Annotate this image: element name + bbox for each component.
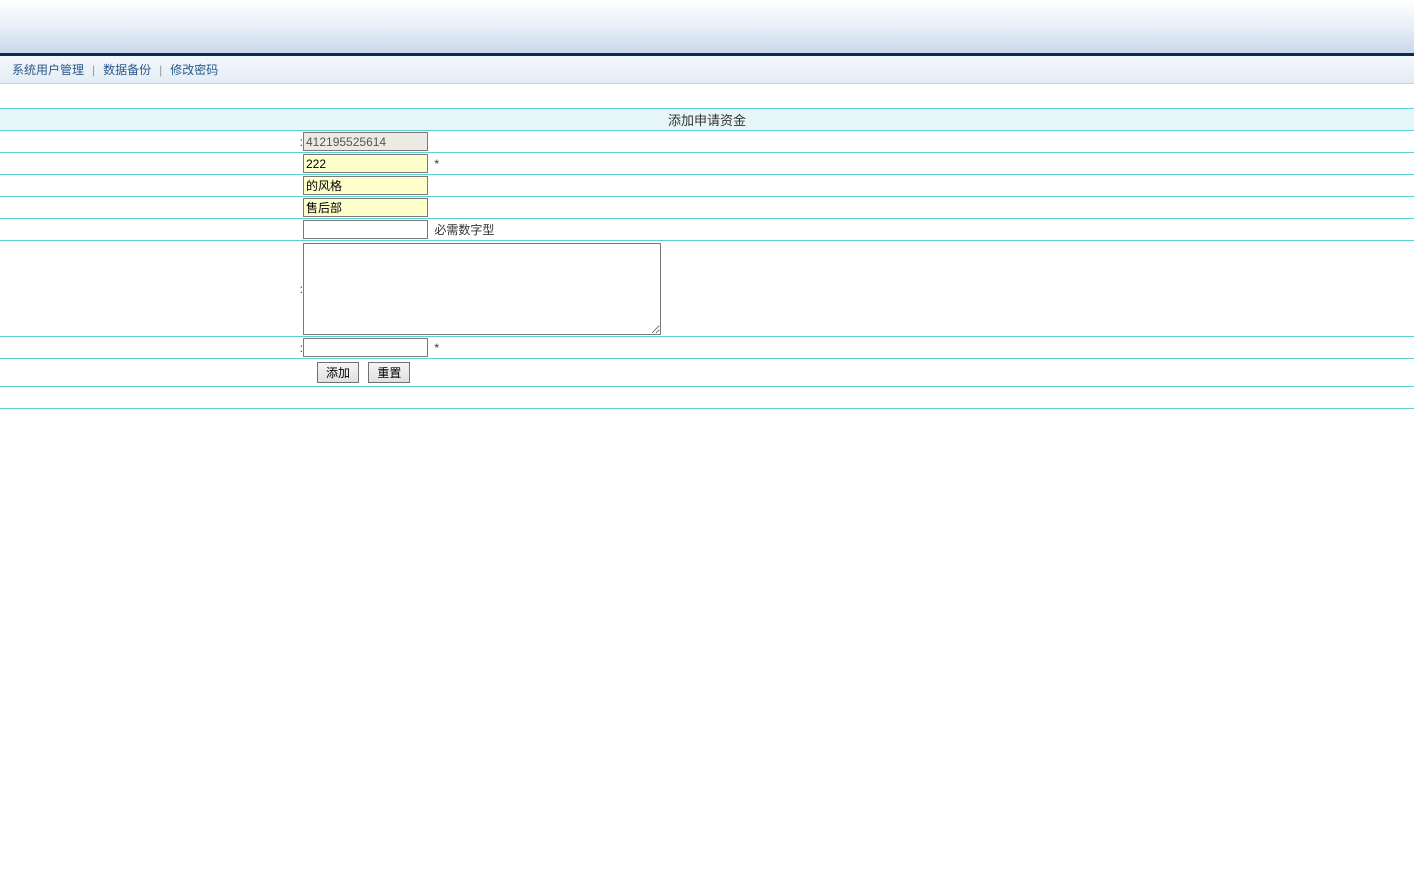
form-row-code: * (0, 153, 1414, 175)
submit-button[interactable]: 添加 (317, 362, 359, 383)
suffix-code: * (434, 157, 439, 171)
input-style[interactable] (303, 176, 428, 195)
form-title-row: 添加申请资金 (0, 109, 1414, 131)
form-row-style (0, 175, 1414, 197)
input-dept[interactable] (303, 198, 428, 217)
suffix-extra: * (434, 341, 439, 355)
nav-data-backup[interactable]: 数据备份 (95, 61, 159, 78)
header-banner (0, 0, 1414, 56)
label-id: : (0, 131, 303, 153)
input-remark[interactable] (303, 243, 661, 335)
form-row-id: : (0, 131, 1414, 153)
input-code[interactable] (303, 154, 428, 173)
form-bottom-spacer (0, 387, 1414, 409)
form-table: 添加申请资金 : * (0, 108, 1414, 409)
suffix-amount: 必需数字型 (434, 223, 494, 237)
input-extra[interactable] (303, 338, 428, 357)
form-button-row: 添加 重置 (0, 359, 1414, 387)
form-row-extra: : * (0, 337, 1414, 359)
nav-system-user[interactable]: 系统用户管理 (4, 61, 92, 78)
label-style (0, 175, 303, 197)
input-amount[interactable] (303, 220, 428, 239)
label-extra: : (0, 337, 303, 359)
form-row-dept (0, 197, 1414, 219)
form-row-remark: : (0, 241, 1414, 337)
label-amount (0, 219, 303, 241)
nav-change-password[interactable]: 修改密码 (162, 61, 226, 78)
form-title: 添加申请资金 (0, 109, 1414, 131)
content-area: 添加申请资金 : * (0, 84, 1414, 409)
input-id (303, 132, 428, 151)
label-buttons (0, 359, 303, 387)
form-row-amount: 必需数字型 (0, 219, 1414, 241)
reset-button[interactable]: 重置 (368, 362, 410, 383)
label-remark: : (0, 241, 303, 337)
label-dept (0, 197, 303, 219)
nav-bar: 系统用户管理 | 数据备份 | 修改密码 (0, 56, 1414, 84)
label-code (0, 153, 303, 175)
